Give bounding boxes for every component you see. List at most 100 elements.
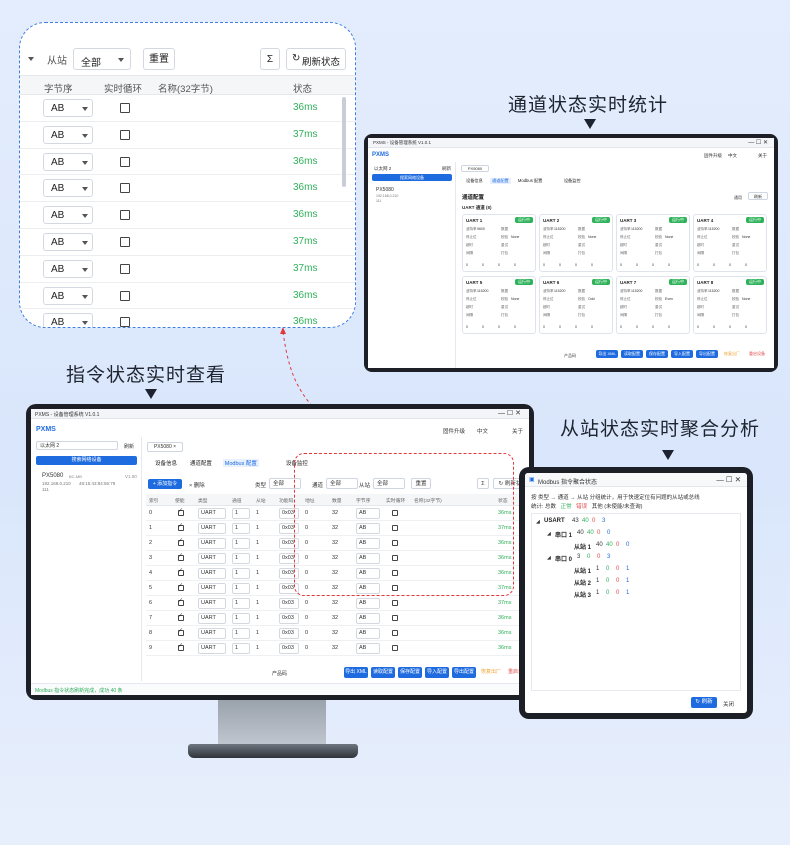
byte-order-select[interactable]: AB xyxy=(43,99,93,117)
function-code-select[interactable]: 0x03 xyxy=(279,613,299,624)
type-select[interactable]: UART xyxy=(198,583,226,594)
footer-button-0[interactable]: 导出 XML xyxy=(344,667,368,678)
refresh-link[interactable]: 刷新 xyxy=(442,166,451,172)
realtime-loop-checkbox[interactable] xyxy=(120,290,130,301)
type-select[interactable]: UART xyxy=(198,643,226,654)
channel-select[interactable]: 1 xyxy=(232,538,250,549)
table-row[interactable]: 6 ✓ UART 1 1 0x03 0 32 AB 37ms xyxy=(146,596,529,611)
tab-device[interactable]: PX5080 xyxy=(461,165,489,172)
channel-select[interactable]: 1 xyxy=(232,628,250,639)
add-command-button[interactable]: + 添加指令 xyxy=(148,479,182,489)
uart-card[interactable]: UART 5 运行中 波特率 数据 停止位 校验 超时 重试 间隔 打包 115200 None 0 0 0… xyxy=(462,276,536,334)
uart-card[interactable]: UART 7 运行中 波特率 数据 停止位 校验 超时 重试 间隔 打包 115200 Even 0 0 0… xyxy=(616,276,690,334)
channel-select[interactable]: 1 xyxy=(232,583,250,594)
language-select[interactable]: 中文 xyxy=(477,427,488,435)
byte-order-select[interactable]: AB xyxy=(43,233,93,251)
type-select[interactable]: UART xyxy=(198,538,226,549)
byte-order-select[interactable]: AB xyxy=(43,286,93,305)
tab-0[interactable]: 设备信息 xyxy=(464,178,485,184)
footer-button-6[interactable]: 重启设备 xyxy=(746,350,768,358)
scrollbar[interactable] xyxy=(342,97,346,187)
tab-0[interactable]: 设备信息 xyxy=(153,459,179,467)
byte-order-select[interactable]: AB xyxy=(43,152,93,171)
chevron-down-icon[interactable] xyxy=(28,57,34,61)
realtime-loop-checkbox[interactable] xyxy=(120,129,130,140)
footer-button-0[interactable]: 导出 XML xyxy=(596,350,618,358)
footer-button-1[interactable]: 读取配置 xyxy=(621,350,643,358)
channel-select[interactable]: 1 xyxy=(232,508,250,519)
tab-2[interactable]: Modbus 配置 xyxy=(222,459,259,467)
byte-order-select[interactable]: AB xyxy=(356,613,380,624)
device-name[interactable]: PX5080 xyxy=(376,187,394,193)
channel-select[interactable]: 1 xyxy=(232,613,250,624)
expand-arrow-icon[interactable]: ◢ xyxy=(547,555,551,561)
language-select[interactable]: 中文 xyxy=(728,153,737,159)
refresh-link[interactable]: 刷新 xyxy=(124,443,134,450)
window-controls-icon[interactable]: — ☐ ✕ xyxy=(498,409,521,417)
channel-select[interactable]: 1 xyxy=(232,598,250,609)
expand-arrow-icon[interactable]: ◢ xyxy=(547,531,551,537)
channel-refresh-button[interactable]: 刷新 xyxy=(748,192,768,200)
firmware-link[interactable]: 固件升级 xyxy=(443,427,465,435)
tree-node-label[interactable]: 从站 1 xyxy=(574,566,591,575)
byte-order-select[interactable]: AB xyxy=(43,259,93,278)
realtime-loop-checkbox[interactable] xyxy=(392,630,398,636)
sigma-button[interactable]: Σ xyxy=(260,48,280,70)
table-row[interactable]: 9 ✓ UART 1 1 0x03 0 32 AB 36ms xyxy=(146,641,529,656)
channel-select[interactable]: 1 xyxy=(232,568,250,579)
byte-order-select[interactable]: AB xyxy=(43,125,93,144)
byte-order-select[interactable]: AB xyxy=(43,313,93,327)
channel-select[interactable]: 1 xyxy=(232,523,250,534)
about-link[interactable]: 关于 xyxy=(758,153,767,159)
function-code-select[interactable]: 0x03 xyxy=(279,643,299,654)
realtime-loop-checkbox[interactable] xyxy=(120,156,130,167)
search-device-button[interactable]: 搜索网络设备 xyxy=(36,456,137,465)
channel-select[interactable]: 1 xyxy=(232,553,250,564)
table-row[interactable]: 8 ✓ UART 1 1 0x03 0 32 AB 36ms xyxy=(146,626,529,641)
realtime-loop-checkbox[interactable] xyxy=(120,103,130,113)
tab-3[interactable]: 设备监控 xyxy=(562,178,583,184)
footer-button-3[interactable]: 导入配置 xyxy=(671,350,693,358)
realtime-loop-checkbox[interactable] xyxy=(120,210,130,221)
firmware-link[interactable]: 固件升级 xyxy=(704,153,722,159)
realtime-loop-checkbox[interactable] xyxy=(120,263,130,274)
byte-order-select[interactable]: AB xyxy=(356,643,380,654)
footer-button-2[interactable]: 保存配置 xyxy=(646,350,668,358)
network-select[interactable]: 以太网 2 xyxy=(374,166,391,172)
type-select[interactable]: UART xyxy=(198,508,226,519)
footer-button-1[interactable]: 读取配置 xyxy=(371,667,395,678)
type-select[interactable]: UART xyxy=(198,568,226,579)
byte-order-select[interactable]: AB xyxy=(43,179,93,198)
type-select[interactable]: UART xyxy=(198,523,226,534)
uart-card[interactable]: UART 2 运行中 波特率 数据 停止位 校验 超时 重试 间隔 打包 115200 None 0 0 0… xyxy=(539,214,613,272)
byte-order-select[interactable]: AB xyxy=(356,628,380,639)
function-code-select[interactable]: 0x03 xyxy=(279,598,299,609)
footer-button-4[interactable]: 导出配置 xyxy=(696,350,718,358)
tab-1[interactable]: 通道配置 xyxy=(489,178,511,184)
realtime-loop-checkbox[interactable] xyxy=(120,237,130,247)
byte-order-select[interactable]: AB xyxy=(43,206,93,225)
slave-filter-select[interactable]: 全部 xyxy=(73,48,131,70)
uart-card[interactable]: UART 6 运行中 波特率 数据 停止位 校验 超时 重试 间隔 打包 115200 Odd 0 0 0 0 xyxy=(539,276,613,334)
channel-select[interactable]: 1 xyxy=(232,643,250,654)
about-link[interactable]: 关于 xyxy=(512,427,523,435)
footer-button-2[interactable]: 保存配置 xyxy=(398,667,422,678)
tree-node-label[interactable]: USART xyxy=(544,518,565,524)
type-select[interactable]: UART xyxy=(198,613,226,624)
tab-1[interactable]: 通道配置 xyxy=(188,459,214,467)
search-device-button[interactable]: 搜索网络设备 xyxy=(372,174,452,181)
byte-order-select[interactable]: AB xyxy=(356,598,380,609)
type-select[interactable]: UART xyxy=(198,628,226,639)
dialog-refresh-button[interactable]: ↻ 刷新 xyxy=(691,697,717,708)
footer-button-5[interactable]: 恢复出厂 xyxy=(721,350,743,358)
realtime-loop-checkbox[interactable] xyxy=(392,600,398,606)
type-select[interactable]: UART xyxy=(198,553,226,564)
generic-button[interactable]: 通用 xyxy=(734,195,742,201)
window-controls-icon[interactable]: — ☐ ✕ xyxy=(716,475,741,484)
tree-node-label[interactable]: 从站 1 xyxy=(574,542,591,551)
dialog-close-button[interactable]: 关闭 xyxy=(723,700,734,708)
realtime-loop-checkbox[interactable] xyxy=(392,615,398,621)
realtime-loop-checkbox[interactable] xyxy=(392,645,398,651)
type-select[interactable]: UART xyxy=(198,598,226,609)
reset-button[interactable]: 重置 xyxy=(143,48,175,70)
